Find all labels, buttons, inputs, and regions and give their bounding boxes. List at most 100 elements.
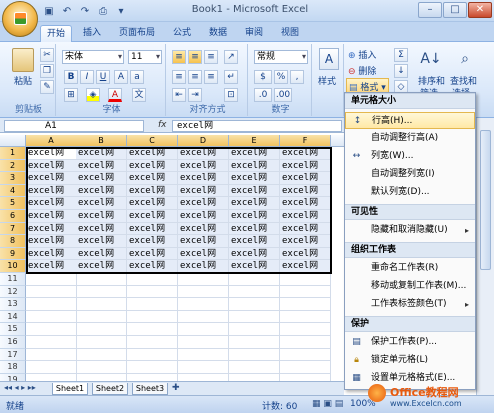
grid-cell[interactable] xyxy=(178,361,229,374)
grid-cell[interactable] xyxy=(26,285,77,299)
grid-cell[interactable] xyxy=(26,361,77,374)
row-header[interactable]: 14 xyxy=(0,310,26,324)
grid-cell[interactable] xyxy=(280,298,331,311)
grid-cell[interactable] xyxy=(26,336,77,349)
menu-rename-sheet[interactable]: 重命名工作表(R) xyxy=(345,260,475,277)
font-name-combo[interactable]: 宋体 xyxy=(62,50,124,64)
grid-cell[interactable] xyxy=(178,373,229,381)
grid-cell[interactable] xyxy=(26,273,77,286)
tab-page-layout[interactable]: 页面布局 xyxy=(114,25,160,42)
menu-hide-unhide[interactable]: 隐藏和取消隐藏(U) ▸ xyxy=(345,222,475,239)
maximize-button[interactable]: □ xyxy=(443,2,467,18)
tab-sheet2[interactable]: Sheet2 xyxy=(92,383,128,395)
cut-icon[interactable]: ✂ xyxy=(40,48,54,62)
row-header[interactable]: 17 xyxy=(0,348,26,362)
row-header[interactable]: 16 xyxy=(0,336,26,349)
align-middle-icon[interactable]: ≡ xyxy=(188,50,202,64)
column-header[interactable]: A xyxy=(26,135,77,147)
grid-cell[interactable] xyxy=(127,348,178,362)
border-icon[interactable]: ⊞ xyxy=(64,88,78,102)
sheet-nav-icon[interactable]: ◂◂ ◂ ▸ ▸▸ xyxy=(4,383,36,392)
menu-autofit-row[interactable]: 自动调整行高(A) xyxy=(345,130,475,147)
row-header[interactable]: 11 xyxy=(0,273,26,286)
grid-cell[interactable] xyxy=(229,310,280,324)
grid-cell[interactable] xyxy=(229,273,280,286)
menu-row-height[interactable]: ↕ 行高(H)... xyxy=(345,112,475,129)
grid-cell[interactable] xyxy=(178,323,229,336)
wrap-text-icon[interactable]: ↵ xyxy=(224,70,238,84)
increase-decimal-icon[interactable]: .0 xyxy=(254,88,272,102)
grid-cell[interactable] xyxy=(76,298,127,311)
grid-cell[interactable] xyxy=(178,310,229,324)
scroll-thumb[interactable] xyxy=(480,130,491,270)
grid-cell[interactable] xyxy=(178,298,229,311)
tab-review[interactable]: 审阅 xyxy=(240,25,268,42)
tab-formulas[interactable]: 公式 xyxy=(168,25,196,42)
grid-cell[interactable] xyxy=(76,361,127,374)
tab-data[interactable]: 数据 xyxy=(204,25,232,42)
currency-icon[interactable]: $ xyxy=(254,70,272,84)
name-box[interactable]: A1 xyxy=(4,120,144,132)
column-header[interactable]: F xyxy=(280,135,331,147)
tab-insert[interactable]: 插入 xyxy=(78,25,106,42)
grid-cell[interactable] xyxy=(229,373,280,381)
italic-button[interactable]: I xyxy=(80,70,94,84)
decrease-indent-icon[interactable]: ⇤ xyxy=(172,88,186,102)
grid-cell[interactable] xyxy=(76,336,127,349)
bold-button[interactable]: B xyxy=(64,70,78,84)
underline-button[interactable]: U xyxy=(96,70,110,84)
grid-cell[interactable] xyxy=(127,285,178,299)
comma-button[interactable]: , xyxy=(290,70,304,84)
grid-cell[interactable] xyxy=(280,336,331,349)
grid-cell[interactable] xyxy=(280,361,331,374)
grid-cell[interactable] xyxy=(26,348,77,362)
row-header[interactable]: 18 xyxy=(0,361,26,374)
tab-view[interactable]: 视图 xyxy=(276,25,304,42)
grow-font-icon[interactable]: A xyxy=(114,70,128,84)
row-header[interactable]: 9 xyxy=(0,247,26,261)
tab-sheet3[interactable]: Sheet3 xyxy=(132,383,168,395)
phonetic-icon[interactable]: 文 xyxy=(132,88,146,102)
row-header[interactable]: 3 xyxy=(0,172,26,185)
grid-cell[interactable] xyxy=(26,310,77,324)
autosum-icon[interactable]: Σ xyxy=(394,48,408,62)
grid-cell[interactable] xyxy=(26,373,77,381)
grid-cell[interactable] xyxy=(178,273,229,286)
font-color-icon[interactable]: A xyxy=(108,88,122,102)
orientation-icon[interactable]: ↗ xyxy=(224,50,238,64)
grid-cell[interactable] xyxy=(280,373,331,381)
grid-cell[interactable] xyxy=(178,285,229,299)
insert-sheet-icon[interactable]: ✚ xyxy=(172,383,180,393)
align-bottom-icon[interactable]: ≡ xyxy=(204,50,218,64)
menu-autofit-column[interactable]: 自动调整列宽(I) xyxy=(345,166,475,183)
column-header[interactable]: E xyxy=(229,135,280,147)
percent-button[interactable]: % xyxy=(274,70,288,84)
row-header[interactable]: 15 xyxy=(0,323,26,336)
grid-cell[interactable] xyxy=(127,373,178,381)
grid-cell[interactable] xyxy=(280,348,331,362)
grid-cell[interactable] xyxy=(127,298,178,311)
grid-cell[interactable] xyxy=(127,323,178,336)
grid-cell[interactable] xyxy=(229,348,280,362)
grid-cell[interactable] xyxy=(26,298,77,311)
grid-cell[interactable] xyxy=(76,348,127,362)
align-center-icon[interactable]: ≡ xyxy=(188,70,202,84)
customize-icon[interactable]: ▾ xyxy=(114,5,128,19)
grid-cell[interactable] xyxy=(178,336,229,349)
grid-cell[interactable] xyxy=(280,285,331,299)
row-header[interactable]: 2 xyxy=(0,159,26,173)
column-header[interactable]: D xyxy=(178,135,229,147)
grid-cell[interactable] xyxy=(280,310,331,324)
save-icon[interactable]: ▣ xyxy=(42,5,56,19)
copy-icon[interactable]: ❐ xyxy=(40,64,54,78)
find-select-icon[interactable]: ⌕ xyxy=(454,48,476,70)
grid-cell[interactable] xyxy=(127,310,178,324)
grid-cell[interactable] xyxy=(127,361,178,374)
row-header[interactable]: 12 xyxy=(0,285,26,299)
grid-cell[interactable] xyxy=(280,273,331,286)
grid-cell[interactable] xyxy=(76,310,127,324)
grid-cell[interactable] xyxy=(76,323,127,336)
menu-tab-color[interactable]: 工作表标签颜色(T) ▸ xyxy=(345,296,475,313)
grid-cell[interactable] xyxy=(229,336,280,349)
close-button[interactable]: ✕ xyxy=(468,2,492,18)
